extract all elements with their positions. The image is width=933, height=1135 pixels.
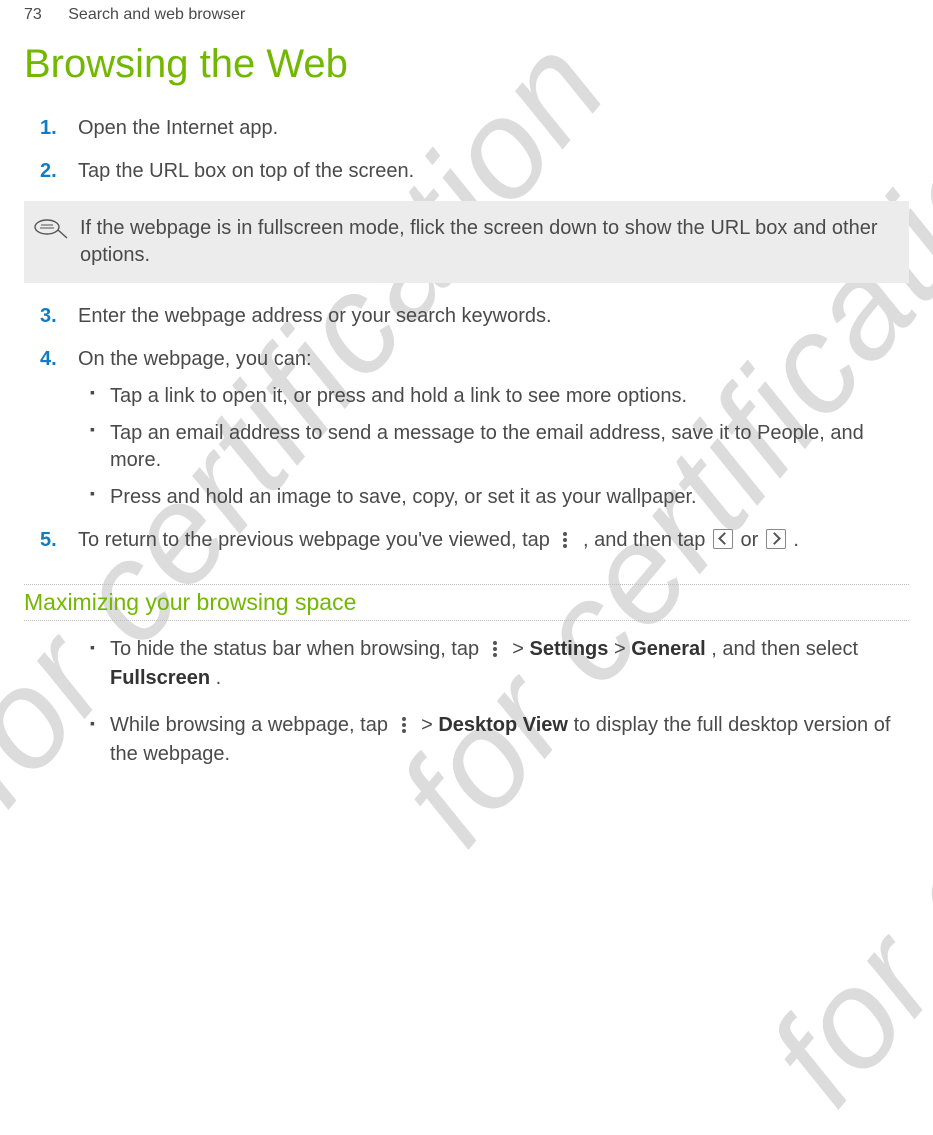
- text-fragment: .: [216, 667, 222, 689]
- step-4: 4. On the webpage, you can: Tap a link t…: [78, 346, 909, 511]
- tip-callout: If the webpage is in fullscreen mode, fl…: [24, 201, 909, 283]
- step-1: 1. Open the Internet app.: [78, 115, 909, 142]
- tip-text: If the webpage is in fullscreen mode, fl…: [80, 217, 877, 266]
- back-icon: [713, 529, 733, 549]
- step-4-sublist: Tap a link to open it, or press and hold…: [78, 383, 909, 511]
- step-2: 2. Tap the URL box on top of the screen.: [78, 158, 909, 185]
- step-text-fragment: or: [740, 529, 763, 551]
- step-text: Open the Internet app.: [78, 117, 278, 139]
- running-header: 73 Search and web browser: [24, 6, 909, 24]
- step-text: Tap the URL box on top of the screen.: [78, 160, 414, 182]
- text-fragment: While browsing a webpage, tap: [110, 714, 394, 736]
- text-fragment: >: [512, 638, 529, 660]
- page-title: Browsing the Web: [24, 42, 909, 87]
- label-fullscreen: Fullscreen: [110, 667, 210, 689]
- list-item: While browsing a webpage, tap > Desktop …: [110, 711, 909, 769]
- label-settings: Settings: [529, 638, 608, 660]
- section-name: Search and web browser: [68, 6, 245, 23]
- overflow-menu-icon: [396, 716, 414, 734]
- step-number: 2.: [40, 158, 57, 185]
- text-fragment: To hide the status bar when browsing, ta…: [110, 638, 485, 660]
- step-number: 3.: [40, 303, 57, 330]
- steps-list: 1. Open the Internet app. 2. Tap the URL…: [24, 115, 909, 185]
- list-item: Tap a link to open it, or press and hold…: [110, 383, 909, 410]
- step-number: 5.: [40, 527, 57, 554]
- subheading: Maximizing your browsing space: [24, 584, 909, 621]
- label-general: General: [631, 638, 705, 660]
- overflow-menu-icon: [557, 531, 575, 549]
- step-text: On the webpage, you can:: [78, 348, 312, 370]
- overflow-menu-icon: [487, 640, 505, 658]
- text-fragment: , and then select: [711, 638, 858, 660]
- page-content: 73 Search and web browser Browsing the W…: [0, 0, 933, 769]
- step-text-fragment: .: [793, 529, 799, 551]
- text-fragment: >: [614, 638, 631, 660]
- list-item: To hide the status bar when browsing, ta…: [110, 635, 909, 693]
- step-text-fragment: To return to the previous webpage you've…: [78, 529, 555, 551]
- list-item: Tap an email address to send a message t…: [110, 420, 909, 474]
- label-desktop-view: Desktop View: [438, 714, 568, 736]
- text-fragment: >: [421, 714, 438, 736]
- forward-icon: [766, 529, 786, 549]
- step-number: 4.: [40, 346, 57, 373]
- step-3: 3. Enter the webpage address or your sea…: [78, 303, 909, 330]
- step-number: 1.: [40, 115, 57, 142]
- step-text-fragment: , and then tap: [583, 529, 711, 551]
- step-text: Enter the webpage address or your search…: [78, 305, 552, 327]
- page-number: 73: [24, 6, 42, 23]
- list-item: Press and hold an image to save, copy, o…: [110, 484, 909, 511]
- step-5: 5. To return to the previous webpage you…: [78, 527, 909, 554]
- steps-list-continued: 3. Enter the webpage address or your sea…: [24, 303, 909, 554]
- tip-icon: [34, 215, 68, 247]
